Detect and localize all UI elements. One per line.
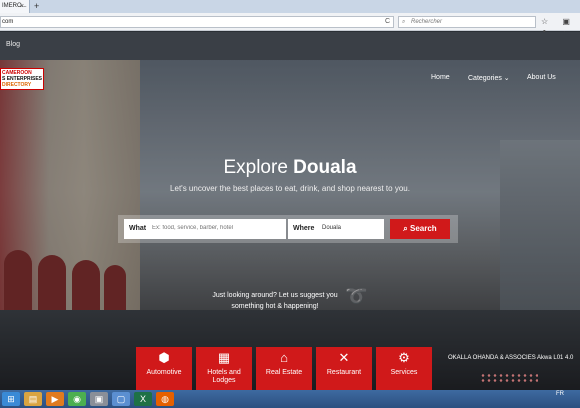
media-player-icon[interactable]: ▶ [46,392,64,406]
nav-categories[interactable]: Categories ⌄ [468,74,510,82]
suggest-line2: something hot & happening! [231,303,319,310]
hero-title-city: Douala [293,157,357,178]
category-label: Real Estate [265,369,303,376]
cutlery-icon: ✕ [338,350,350,365]
what-input[interactable] [152,225,282,231]
category-label: Hotels and Lodges [207,369,241,384]
browser-tab[interactable]: IMERO... × [0,0,30,13]
building-icon: ▦ [217,350,231,365]
category-restaurant[interactable]: ✕ Restaurant [316,347,372,390]
chrome-icon[interactable]: ◉ [68,392,86,406]
language-indicator[interactable]: FR [556,391,564,397]
house-icon: ⌂ [280,350,288,365]
blog-link[interactable]: Blog [6,41,20,48]
new-tab-button[interactable]: + [34,0,39,13]
hero-title: Explore Douala [0,157,580,179]
hero-subtitle: Let's uncover the best places to eat, dr… [170,184,410,193]
nav-home[interactable]: Home [431,74,450,81]
where-input[interactable]: Douala [322,225,341,231]
os-taskbar: ⊞ ▤ ▶ ◉ ▣ ▢ X ◍ FR [0,390,580,408]
street-banner-text: OKALLA OHANDA & ASSOCIES Akwa L01 4.0 [448,355,574,361]
logo-line3: DIRECTORY [2,82,32,88]
tab-close-icon[interactable]: × [20,0,24,13]
suggest-line1: Just looking around? Let us suggest you [212,292,338,299]
gear-icon: ⚙ [398,350,410,365]
category-services[interactable]: ⚙ Services [376,347,432,390]
suggest-text: Just looking around? Let us suggest you … [205,290,345,312]
what-field[interactable]: What [124,219,286,239]
category-hotels[interactable]: ▦ Hotels and Lodges [196,347,252,390]
start-icon[interactable]: ⊞ [2,392,20,406]
excel-icon[interactable]: X [134,392,152,406]
category-label: Restaurant [326,369,362,376]
category-label: Automotive [146,369,182,376]
hero-title-plain: Explore [223,157,288,178]
app-icon[interactable]: ▣ [90,392,108,406]
category-real-estate[interactable]: ⌂ Real Estate [256,347,312,390]
swirl-arrow-icon: ➰ [345,286,368,306]
search-box: What Where Douala ⌕ Search [118,215,458,243]
site-logo[interactable]: CAMEROON S ENTERPRISES DIRECTORY [0,68,44,90]
url-bar[interactable]: com [0,16,394,28]
browser-toolbar: com C ⌕ Rechercher ☆ ▣ ⬇ ⌂ ☰ [0,13,580,50]
banner-dots [480,373,538,383]
window-icon[interactable]: ▢ [112,392,130,406]
browser-search-placeholder: Rechercher [411,19,443,25]
browser-search-input[interactable]: ⌕ Rechercher [398,16,536,28]
what-label: What [129,225,147,232]
where-label: Where [293,225,315,232]
category-automotive[interactable]: ⬢ Automotive [136,347,192,390]
reload-icon[interactable]: C [385,16,390,28]
firefox-icon[interactable]: ◍ [156,392,174,406]
car-icon: ⬢ [158,350,170,365]
search-icon: ⌕ [402,19,406,25]
browser-tab-bar: IMERO... × + [0,0,580,13]
search-button[interactable]: ⌕ Search [390,219,450,239]
site-top-strip: Blog [0,32,580,60]
nav-about[interactable]: About Us [527,74,556,81]
where-field[interactable]: Where Douala [288,219,384,239]
hero-section: CAMEROON S ENTERPRISES DIRECTORY Home Ca… [0,60,580,390]
file-explorer-icon[interactable]: ▤ [24,392,42,406]
category-label: Services [390,369,418,376]
